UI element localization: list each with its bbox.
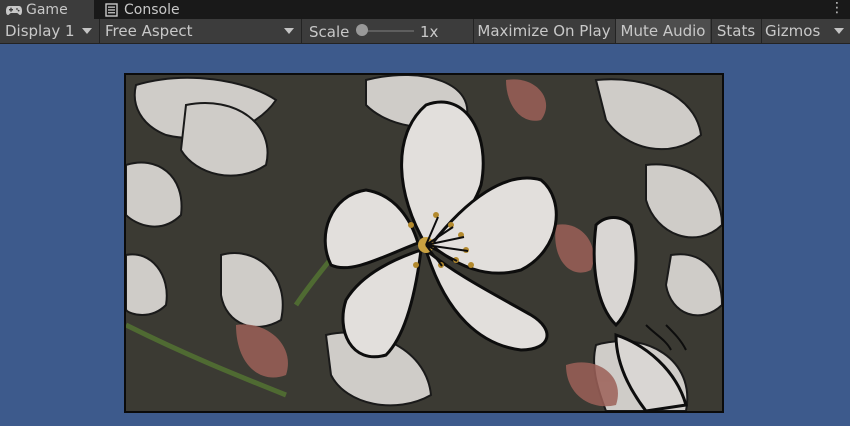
aspect-dropdown-label: Free Aspect (105, 22, 193, 40)
scale-control: Scale 1x (302, 19, 472, 43)
aspect-dropdown[interactable]: Free Aspect (101, 19, 300, 43)
tab-console-label: Console (124, 1, 180, 18)
display-dropdown[interactable]: Display 1 (0, 19, 98, 43)
tab-game[interactable]: Game (0, 0, 94, 19)
game-toolbar: Display 1 Free Aspect Scale 1x Maximize … (0, 19, 850, 44)
chevron-down-icon (82, 28, 92, 34)
mute-audio-toggle[interactable]: Mute Audio (616, 19, 710, 43)
maximize-on-play-toggle[interactable]: Maximize On Play (474, 19, 614, 43)
gizmos-dropdown[interactable] (826, 19, 850, 43)
chevron-down-icon (834, 28, 844, 34)
tab-game-label: Game (26, 1, 68, 18)
stats-toggle[interactable]: Stats (712, 19, 760, 43)
gizmos-toggle[interactable]: Gizmos (762, 19, 826, 43)
cherry-blossom-image (126, 75, 722, 411)
divider (99, 19, 100, 43)
gamepad-icon (6, 5, 22, 15)
display-dropdown-label: Display 1 (5, 22, 75, 40)
console-icon (105, 2, 118, 17)
scale-slider-handle[interactable] (356, 24, 368, 36)
chevron-down-icon (284, 28, 294, 34)
scale-value: 1x (420, 23, 439, 41)
scale-label: Scale (309, 23, 350, 41)
tab-bar: Game Console ⋮ (0, 0, 850, 19)
game-view[interactable] (124, 73, 724, 413)
more-options-icon[interactable]: ⋮ (830, 0, 844, 19)
tab-console[interactable]: Console (98, 0, 198, 19)
